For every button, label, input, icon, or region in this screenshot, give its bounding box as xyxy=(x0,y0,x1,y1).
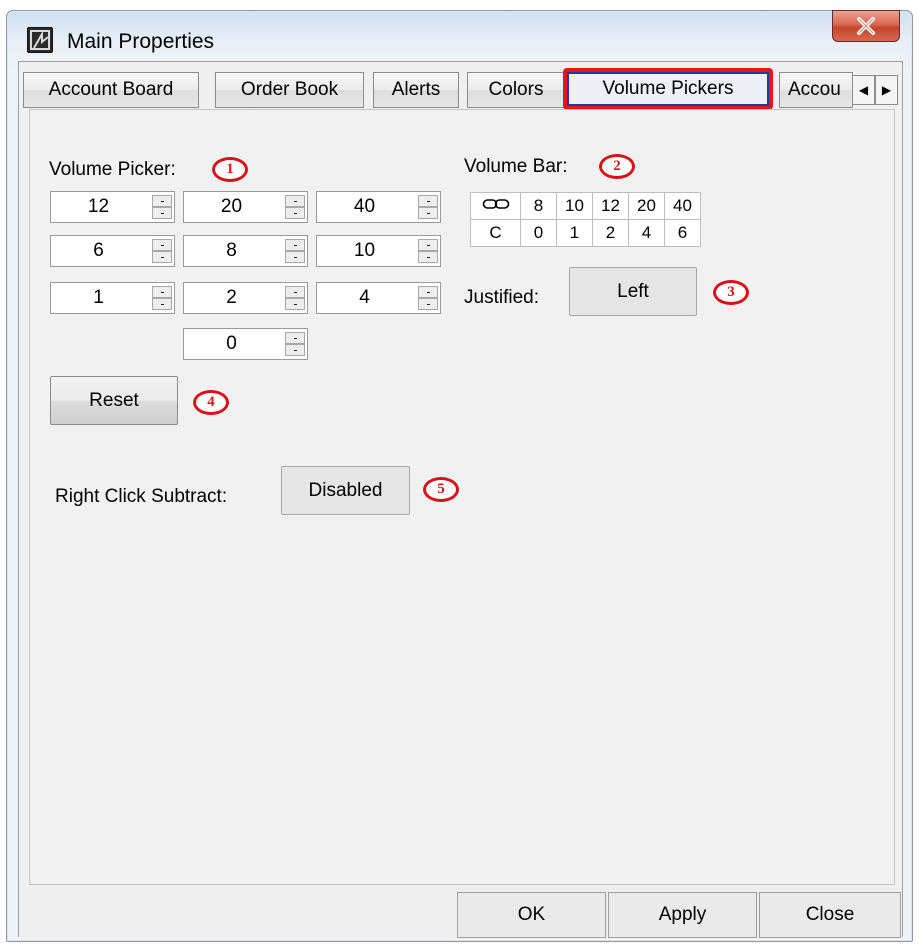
volume-bar-cell[interactable]: C xyxy=(470,219,521,247)
volume-picker-spinner[interactable]: 4 xyxy=(316,282,441,314)
chain-link-icon[interactable] xyxy=(470,192,521,220)
spinner-up-button[interactable] xyxy=(285,239,305,251)
volume-picker-spinner[interactable]: 1 xyxy=(50,282,175,314)
volume-bar-cell[interactable]: 4 xyxy=(628,219,665,247)
volume-bar-cell[interactable]: 40 xyxy=(664,192,701,220)
volume-bar-top-row: 8 10 12 20 40 xyxy=(470,192,701,220)
justified-toggle-button[interactable]: Left xyxy=(569,267,697,316)
spinner-up-button[interactable] xyxy=(152,239,172,251)
spinner-up-button[interactable] xyxy=(285,332,305,344)
volume-bar-cell[interactable]: 0 xyxy=(520,219,557,247)
tab-account-board[interactable]: Account Board xyxy=(23,72,199,108)
tab-scroll-left-button[interactable]: ◀ xyxy=(852,75,875,105)
main-properties-window: Main Properties Account Board Order Book… xyxy=(6,10,913,942)
volume-bar-cell[interactable]: 2 xyxy=(592,219,629,247)
window-title: Main Properties xyxy=(67,30,215,53)
volume-picker-spinner[interactable]: 0 xyxy=(183,328,308,360)
spinner-up-button[interactable] xyxy=(418,239,438,251)
triangle-right-icon: ▶ xyxy=(881,83,892,97)
volume-bar-cell[interactable]: 1 xyxy=(556,219,593,247)
spinner-down-button[interactable] xyxy=(418,298,438,310)
spinner-value[interactable]: 2 xyxy=(184,283,285,313)
spinner-value[interactable]: 1 xyxy=(51,283,152,313)
annotation-badge-4: 4 xyxy=(193,390,229,415)
spinner-down-button[interactable] xyxy=(285,298,305,310)
tab-scroll-right-button[interactable]: ▶ xyxy=(875,75,898,105)
spinner-up-button[interactable] xyxy=(152,195,172,207)
spinner-down-button[interactable] xyxy=(418,207,438,219)
right-click-subtract-toggle-button[interactable]: Disabled xyxy=(281,466,410,515)
spinner-down-button[interactable] xyxy=(285,207,305,219)
spinner-up-button[interactable] xyxy=(152,286,172,298)
spinner-down-button[interactable] xyxy=(285,251,305,263)
title-bar[interactable]: Main Properties xyxy=(7,10,912,59)
volume-picker-label: Volume Picker: xyxy=(49,159,176,180)
spinner-value[interactable]: 12 xyxy=(51,192,152,222)
spinner-down-button[interactable] xyxy=(152,207,172,219)
spinner-value[interactable]: 0 xyxy=(184,329,285,359)
tab-order-book[interactable]: Order Book xyxy=(215,72,364,108)
volume-pickers-panel: Volume Picker: 1 12 20 40 6 8 10 1 2 4 0… xyxy=(29,109,895,885)
spinner-down-button[interactable] xyxy=(285,344,305,356)
volume-bar-cell[interactable]: 8 xyxy=(520,192,557,220)
volume-bar-label: Volume Bar: xyxy=(464,156,568,177)
spinner-down-button[interactable] xyxy=(418,251,438,263)
annotation-badge-1: 1 xyxy=(212,157,248,182)
volume-picker-spinner[interactable]: 12 xyxy=(50,191,175,223)
volume-bar-cell[interactable]: 20 xyxy=(628,192,665,220)
close-icon xyxy=(857,17,875,35)
spinner-value[interactable]: 10 xyxy=(317,236,418,266)
justified-label: Justified: xyxy=(464,287,539,308)
annotation-badge-3: 3 xyxy=(713,280,749,305)
right-click-subtract-label: Right Click Subtract: xyxy=(55,486,228,507)
spinner-value[interactable]: 40 xyxy=(317,192,418,222)
tab-scroll-arrows: ◀ ▶ xyxy=(852,75,898,105)
spinner-up-button[interactable] xyxy=(418,286,438,298)
volume-picker-spinner[interactable]: 40 xyxy=(316,191,441,223)
tab-volume-pickers[interactable]: Volume Pickers xyxy=(563,68,773,110)
volume-bar-bottom-row: C 0 1 2 4 6 xyxy=(470,219,701,247)
volume-bar-cell[interactable]: 10 xyxy=(556,192,593,220)
dialog-client-area: Account Board Order Book Alerts Colors V… xyxy=(18,61,903,938)
volume-picker-spinner[interactable]: 20 xyxy=(183,191,308,223)
tab-accounts-partial[interactable]: Accou xyxy=(779,72,853,108)
spinner-value[interactable]: 20 xyxy=(184,192,285,222)
ok-button[interactable]: OK xyxy=(457,892,606,938)
close-button[interactable]: Close xyxy=(759,892,901,938)
reset-button[interactable]: Reset xyxy=(50,376,178,425)
spinner-value[interactable]: 6 xyxy=(51,236,152,266)
spinner-value[interactable]: 4 xyxy=(317,283,418,313)
spinner-value[interactable]: 8 xyxy=(184,236,285,266)
volume-bar-cell[interactable]: 6 xyxy=(664,219,701,247)
spinner-up-button[interactable] xyxy=(285,195,305,207)
spinner-down-button[interactable] xyxy=(152,251,172,263)
spinner-up-button[interactable] xyxy=(285,286,305,298)
volume-picker-spinner[interactable]: 8 xyxy=(183,235,308,267)
spinner-up-button[interactable] xyxy=(418,195,438,207)
volume-picker-spinner[interactable]: 10 xyxy=(316,235,441,267)
annotation-badge-5: 5 xyxy=(423,477,459,502)
app-logo-icon xyxy=(27,27,53,53)
volume-bar-cell[interactable]: 12 xyxy=(592,192,629,220)
volume-bar-grid: 8 10 12 20 40 C 0 1 2 4 6 xyxy=(470,192,701,247)
window-close-button[interactable] xyxy=(832,10,900,42)
annotation-badge-2: 2 xyxy=(599,154,635,179)
tab-alerts[interactable]: Alerts xyxy=(373,72,459,108)
tab-colors[interactable]: Colors xyxy=(467,72,565,108)
volume-picker-spinner[interactable]: 2 xyxy=(183,282,308,314)
spinner-down-button[interactable] xyxy=(152,298,172,310)
apply-button[interactable]: Apply xyxy=(608,892,757,938)
volume-picker-spinner[interactable]: 6 xyxy=(50,235,175,267)
triangle-left-icon: ◀ xyxy=(858,83,869,97)
